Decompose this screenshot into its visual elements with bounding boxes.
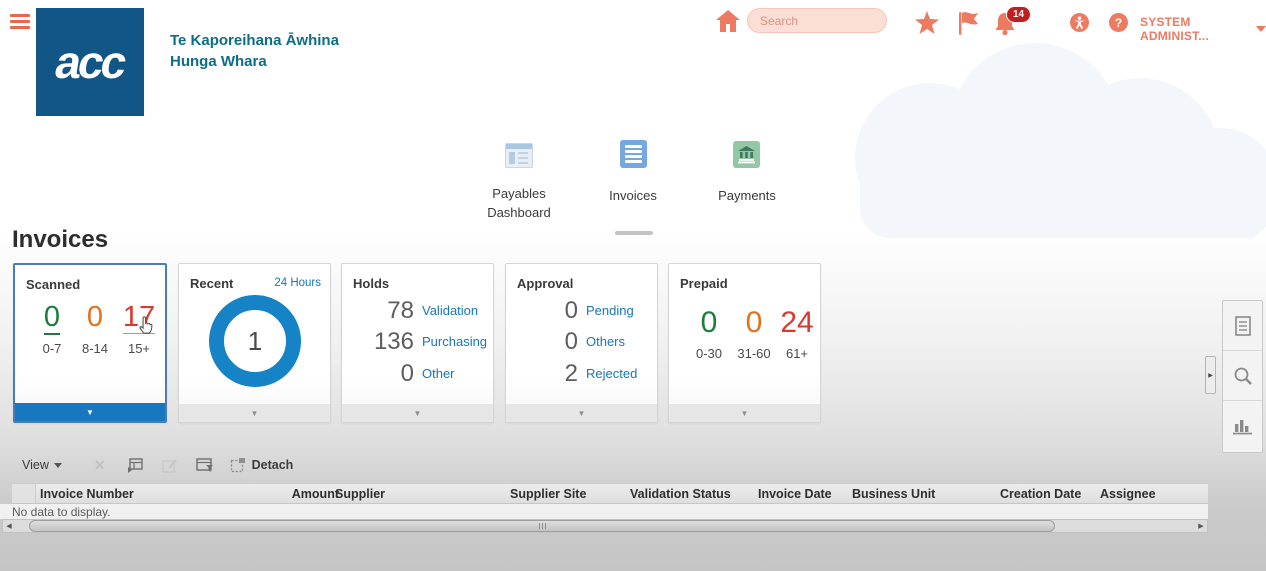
card-approval[interactable]: Approval 0 Pending 0 Others 2 Rejected ▼ <box>505 263 658 423</box>
application-window: acc Te Kaporeihana Āwhina Hunga Whara 14… <box>0 0 1266 571</box>
acc-logo-text: acc <box>51 36 129 88</box>
holds-row-purchasing[interactable]: 136 Purchasing <box>342 328 493 355</box>
card-prepaid-expander[interactable]: ▼ <box>669 404 820 422</box>
card-approval-title: Approval <box>517 276 574 291</box>
table-toolbar: View ✕ Detach <box>12 452 293 478</box>
create-invoice-icon[interactable] <box>126 457 143 474</box>
prepaid-metric-31-60[interactable]: 0 31-60 <box>730 306 778 361</box>
detach-icon[interactable] <box>230 457 246 473</box>
scanned-metric-0-7[interactable]: 0 0-7 <box>29 301 75 356</box>
holds-row-validation[interactable]: 78 Validation <box>342 297 493 324</box>
row-header-gutter <box>12 484 36 503</box>
col-supplier[interactable]: Supplier <box>335 487 385 501</box>
card-holds[interactable]: Holds 78 Validation 136 Purchasing 0 Other … <box>341 263 494 423</box>
brand-name: Te Kaporeihana Āwhina Hunga Whara <box>170 32 339 70</box>
recent-donut-chart[interactable]: 1 <box>209 295 301 387</box>
search-bar[interactable] <box>747 8 915 33</box>
nav-item-payments[interactable]: Payments <box>707 187 787 206</box>
watchlist-flag-icon[interactable] <box>956 10 980 35</box>
cloud-watermark <box>855 43 1266 238</box>
notification-count-badge[interactable]: 14 <box>1006 6 1032 23</box>
page-title: Invoices <box>12 226 109 253</box>
bar-chart-icon <box>1232 420 1252 435</box>
card-approval-expander[interactable]: ▼ <box>506 404 657 422</box>
payments-icon[interactable] <box>733 141 760 168</box>
card-holds-expander[interactable]: ▼ <box>342 404 493 422</box>
approval-row-rejected[interactable]: 2 Rejected <box>506 360 657 387</box>
card-recent-expander[interactable]: ▼ <box>179 404 330 422</box>
document-icon <box>1234 315 1251 336</box>
prepaid-metric-0-30[interactable]: 0 0-30 <box>685 306 733 361</box>
invoice-table-header: Invoice Number Amount Supplier Supplier … <box>12 483 1208 504</box>
prepaid-metric-61plus[interactable]: 24 61+ <box>773 306 821 361</box>
chevron-down-icon <box>53 462 62 468</box>
col-validation-status[interactable]: Validation Status <box>630 487 731 501</box>
query-by-example-icon[interactable] <box>195 457 214 474</box>
card-prepaid-title: Prepaid <box>680 276 728 291</box>
col-assignee[interactable]: Assignee <box>1100 487 1156 501</box>
empty-row-band <box>0 504 1208 519</box>
invoices-icon[interactable] <box>620 140 647 168</box>
home-icon[interactable] <box>716 10 740 32</box>
acc-logo[interactable]: acc <box>36 8 144 116</box>
card-recent-title: Recent <box>190 276 234 291</box>
payables-dashboard-icon[interactable] <box>505 143 533 168</box>
side-panel-collapse-handle[interactable]: ▶ <box>1205 356 1216 394</box>
approval-row-pending[interactable]: 0 Pending <box>506 297 657 324</box>
hamburger-menu-icon[interactable] <box>10 14 30 32</box>
col-business-unit[interactable]: Business Unit <box>852 487 935 501</box>
search-panel-button[interactable] <box>1223 351 1262 401</box>
card-prepaid[interactable]: Prepaid 0 0-30 0 31-60 24 61+ ▼ <box>668 263 821 423</box>
favorites-star-icon[interactable] <box>915 11 939 34</box>
edit-icon <box>161 458 177 473</box>
help-icon[interactable]: ? <box>1109 13 1128 32</box>
col-creation-date[interactable]: Creation Date <box>1000 487 1081 501</box>
delete-icon: ✕ <box>93 456 106 473</box>
card-holds-title: Holds <box>353 276 390 291</box>
detach-button[interactable]: Detach <box>252 458 294 472</box>
card-scanned-expander[interactable]: ▼ <box>15 403 165 421</box>
col-amount[interactable]: Amount <box>262 487 339 501</box>
col-supplier-site[interactable]: Supplier Site <box>510 487 586 501</box>
reports-panel-button[interactable] <box>1223 401 1262 451</box>
horizontal-scrollbar[interactable]: ◀ ▶ <box>2 519 1208 533</box>
scroll-left-arrow[interactable]: ◀ <box>3 520 15 532</box>
empty-table-message: No data to display. <box>12 505 111 519</box>
scroll-right-arrow[interactable]: ▶ <box>1195 520 1207 532</box>
card-recent[interactable]: Recent 24 Hours 1 ▼ <box>178 263 331 423</box>
col-invoice-number[interactable]: Invoice Number <box>40 487 134 501</box>
accessibility-icon[interactable] <box>1070 13 1089 32</box>
mouse-cursor <box>139 316 153 334</box>
scanned-metric-8-14[interactable]: 0 8-14 <box>72 301 118 356</box>
scrollbar-grip <box>538 523 546 529</box>
col-invoice-date[interactable]: Invoice Date <box>758 487 832 501</box>
scrollbar-thumb[interactable] <box>29 520 1055 532</box>
search-input[interactable] <box>760 13 915 28</box>
user-menu-label: SYSTEM ADMINIST... <box>1140 15 1209 43</box>
card-scanned-title: Scanned <box>26 277 81 292</box>
nav-item-payables-dashboard[interactable]: Payables Dashboard <box>459 185 579 223</box>
card-scanned[interactable]: Scanned 0 0-7 0 8-14 17 15+ ▼ <box>13 263 167 423</box>
view-menu-label: View <box>22 458 49 472</box>
active-nav-indicator <box>615 231 653 235</box>
recent-period-link[interactable]: 24 Hours <box>274 277 321 289</box>
recent-donut-value: 1 <box>247 325 263 356</box>
document-view-button[interactable] <box>1223 301 1262 351</box>
nav-item-invoices[interactable]: Invoices <box>593 187 673 206</box>
holds-row-other[interactable]: 0 Other <box>342 360 493 387</box>
user-menu[interactable]: SYSTEM ADMINIST... <box>1140 15 1266 43</box>
approval-row-others[interactable]: 0 Others <box>506 328 657 355</box>
side-panel <box>1222 300 1263 453</box>
magnifier-icon <box>1234 367 1252 385</box>
chevron-down-icon <box>1256 26 1266 32</box>
view-menu-button[interactable]: View <box>22 458 62 472</box>
